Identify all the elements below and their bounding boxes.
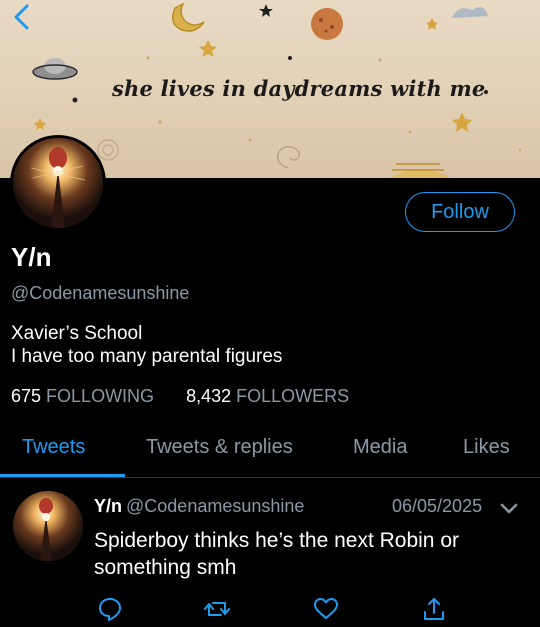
retweet-button[interactable]: [204, 596, 230, 622]
tweet-avatar[interactable]: [13, 491, 83, 561]
tweet-author-name[interactable]: Y/n: [94, 496, 122, 516]
profile-name: Y/n: [11, 242, 52, 272]
profile-avatar[interactable]: [10, 135, 106, 231]
bio-line: Xavier’s School: [11, 323, 143, 344]
tab-likes[interactable]: Likes: [463, 436, 510, 459]
reply-button[interactable]: [97, 596, 123, 622]
following-label: FOLLOWING: [46, 386, 155, 406]
profile-stats: 675 FOLLOWING 8,432 FOLLOWERS: [11, 386, 349, 407]
tweet-options-button[interactable]: [499, 498, 519, 518]
banner-caption: she lives in daydreams with me: [112, 76, 486, 101]
following-count: 675: [11, 386, 42, 406]
swirl-doodle: [276, 146, 301, 169]
like-icon: [314, 598, 338, 619]
planet-doodle: [311, 8, 343, 40]
like-button[interactable]: [313, 596, 339, 622]
back-button[interactable]: [8, 2, 38, 32]
tweet-author-handle[interactable]: @Codenamesunshine: [126, 496, 304, 516]
tab-tweets[interactable]: Tweets: [22, 436, 85, 459]
chevron-left-icon: [14, 4, 29, 30]
cloud-doodle: [452, 7, 488, 18]
avatar-image: [13, 491, 83, 561]
tab-media[interactable]: Media: [353, 436, 407, 459]
followers-stat[interactable]: 8,432 FOLLOWERS: [186, 386, 349, 407]
ufo-doodle: [32, 58, 78, 80]
profile-tabs: Tweets Tweets & replies Media Likes: [0, 428, 540, 478]
followers-label: FOLLOWERS: [236, 386, 350, 406]
following-stat[interactable]: 675 FOLLOWING: [11, 386, 154, 407]
tweet-header: Y/n @Codenamesunshine: [94, 496, 304, 517]
share-button[interactable]: [421, 596, 447, 622]
retweet-icon: [204, 602, 230, 616]
tab-tweets-replies[interactable]: Tweets & replies: [146, 436, 293, 459]
reply-icon: [99, 598, 121, 621]
tweet-date: 06/05/2025: [392, 496, 483, 516]
profile-bio: Xavier’s School I have too many parental…: [11, 322, 282, 368]
star-doodles: [34, 18, 472, 132]
profile-handle: @Codenamesunshine: [11, 283, 190, 303]
flower-doodle: [97, 139, 119, 161]
active-tab-indicator: [0, 474, 125, 477]
followers-count: 8,432: [186, 386, 232, 406]
avatar-image: [13, 138, 103, 228]
moon-doodle: [171, 2, 205, 32]
tweet-text: Spiderboy thinks he’s the next Robin or …: [94, 529, 459, 579]
bio-line: I have too many parental figures: [11, 346, 283, 367]
follow-button[interactable]: Follow: [405, 192, 515, 232]
share-icon: [424, 598, 444, 620]
chevron-down-icon: [500, 503, 518, 514]
